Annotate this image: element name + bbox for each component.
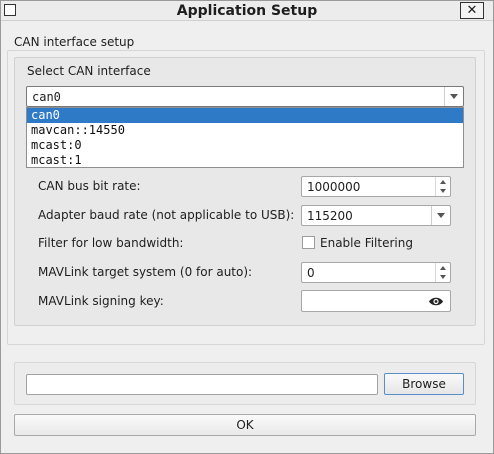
- title-bar[interactable]: Application Setup: [1, 1, 493, 21]
- file-path-input[interactable]: [26, 374, 378, 395]
- target-system-spinbox[interactable]: 0: [301, 262, 451, 283]
- can-interface-combo[interactable]: can0: [26, 86, 464, 107]
- can-interface-dropdown-list: can0 mavcan::14550 mcast:0 mcast:1: [26, 107, 464, 168]
- spin-up-icon[interactable]: [440, 265, 446, 270]
- spin-down-icon[interactable]: [440, 275, 446, 280]
- eye-icon[interactable]: [428, 296, 444, 307]
- baud-rate-combo[interactable]: 115200: [301, 205, 451, 226]
- select-interface-label: Select CAN interface: [27, 64, 151, 78]
- bitrate-spinbox[interactable]: 1000000: [301, 176, 451, 197]
- spin-buttons[interactable]: [435, 263, 450, 282]
- dropdown-option[interactable]: mcast:1: [27, 153, 463, 168]
- baud-rate-value: 115200: [307, 209, 353, 223]
- enable-filtering-checkbox[interactable]: [302, 236, 315, 249]
- signing-key-input[interactable]: [301, 290, 451, 312]
- browse-button[interactable]: Browse: [384, 373, 464, 395]
- enable-filtering-label[interactable]: Enable Filtering: [320, 236, 413, 251]
- target-system-value: 0: [307, 266, 315, 280]
- ok-button[interactable]: OK: [14, 414, 476, 436]
- bitrate-value: 1000000: [307, 180, 361, 194]
- spin-down-icon[interactable]: [440, 189, 446, 194]
- spin-buttons[interactable]: [435, 177, 450, 196]
- window-title: Application Setup: [176, 3, 318, 19]
- dropdown-option[interactable]: mcast:0: [27, 138, 463, 153]
- dropdown-option[interactable]: can0: [27, 108, 463, 123]
- spin-up-icon[interactable]: [440, 179, 446, 184]
- chevron-down-icon[interactable]: [431, 206, 450, 225]
- chevron-down-icon[interactable]: [444, 87, 463, 106]
- baud-rate-label: Adapter baud rate (not applicable to USB…: [38, 208, 295, 222]
- bitrate-label: CAN bus bit rate:: [38, 179, 141, 193]
- can-interface-value: can0: [32, 90, 61, 104]
- filter-label: Filter for low bandwidth:: [38, 236, 184, 250]
- window-menu-icon[interactable]: [4, 4, 16, 16]
- signing-key-label: MAVLink signing key:: [38, 294, 164, 308]
- target-system-label: MAVLink target system (0 for auto):: [38, 265, 253, 279]
- close-button[interactable]: ✕: [460, 2, 484, 19]
- dropdown-option[interactable]: mavcan::14550: [27, 123, 463, 138]
- can-setup-group-label: CAN interface setup: [14, 35, 135, 49]
